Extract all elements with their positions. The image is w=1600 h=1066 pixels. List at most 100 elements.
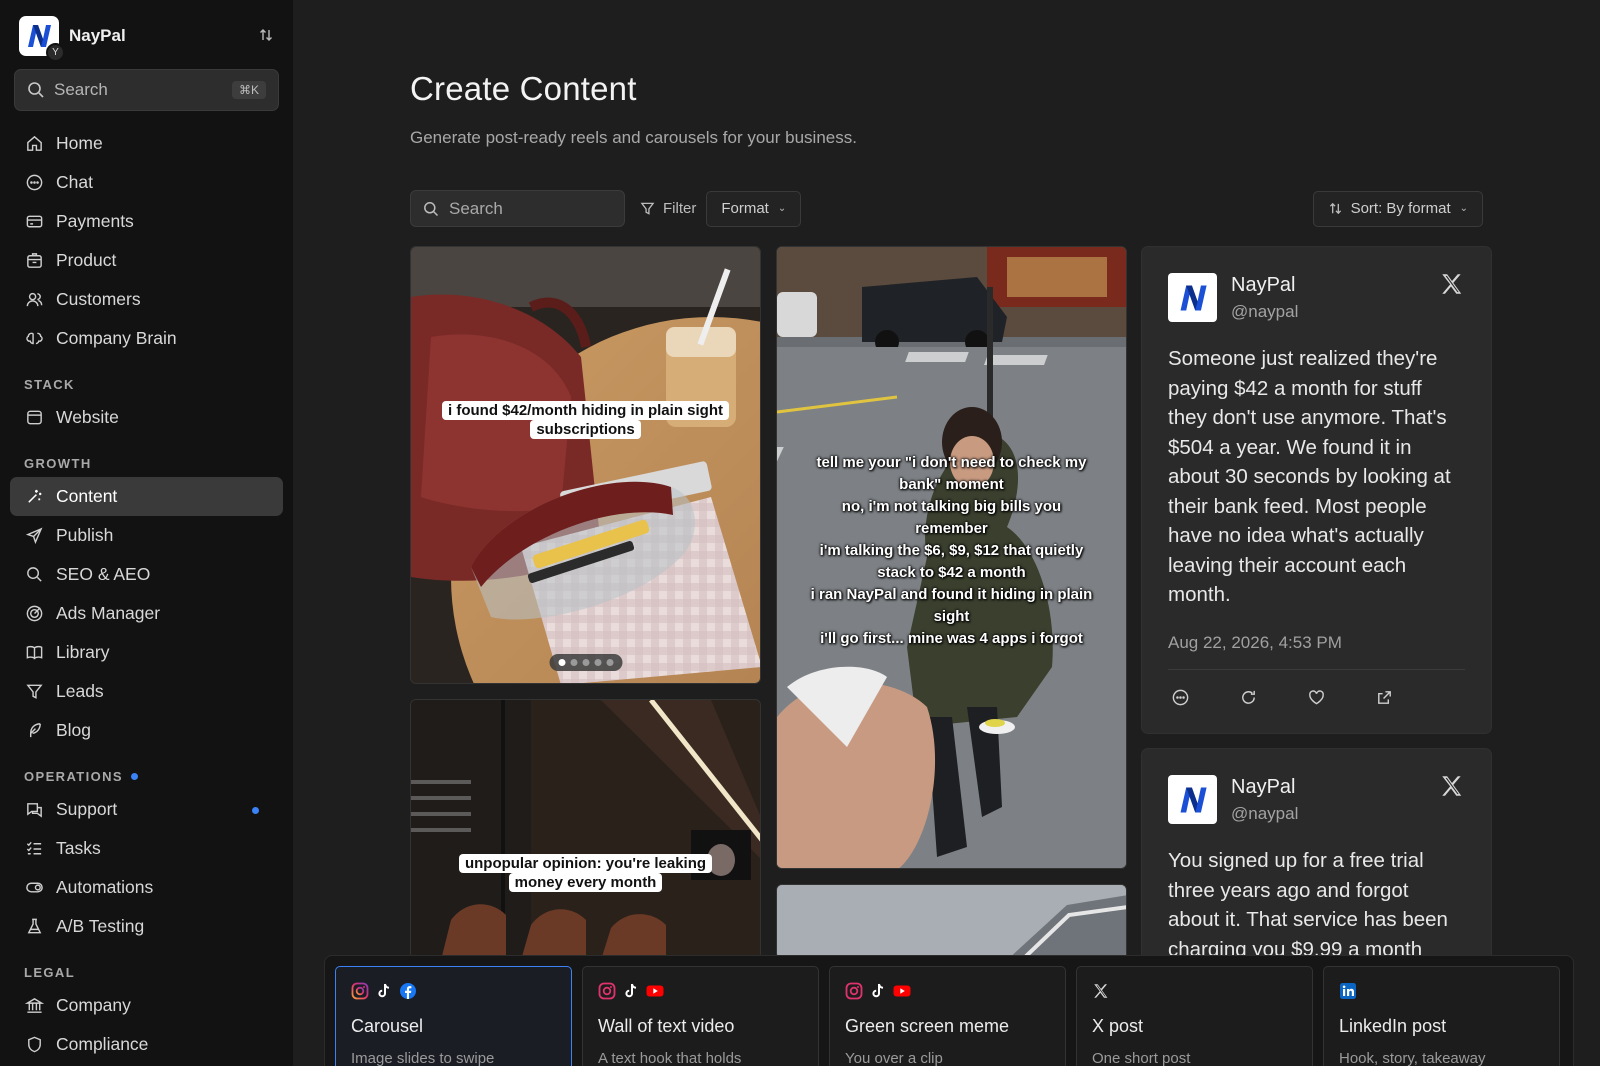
caption-overlay: i found $42/month hiding in plain sight … [411,401,760,439]
funnel-icon [640,202,655,215]
format-option-carousel[interactable]: Carousel Image slides to swipe [335,966,572,1066]
sidebar-item-label: Customers [56,289,141,309]
shield-icon [24,1035,44,1055]
content-card-sky[interactable] [776,884,1127,959]
sidebar-item-label: Company [56,995,131,1015]
page-dot[interactable] [582,659,589,666]
format-option-green-screen[interactable]: Green screen meme You over a clip [829,966,1066,1066]
repost-icon[interactable] [1239,688,1258,707]
sidebar-item-leads[interactable]: Leads [10,672,283,711]
carousel-pagination[interactable] [549,654,622,671]
format-label: Format [721,200,769,217]
list-icon [24,839,44,859]
format-title: Carousel [351,1016,424,1036]
page-dot[interactable] [606,659,613,666]
avatar [1168,775,1217,824]
funnel-icon [24,682,44,702]
sidebar-search[interactable]: Search ⌘K [14,69,279,111]
sort-label: Sort: By format [1350,200,1451,217]
format-option-wall-of-text[interactable]: Wall of text video A text hook that hold… [582,966,819,1066]
sort-arrows-icon [1329,202,1341,215]
post-header: NayPal @naypal [1168,775,1465,824]
page-dot[interactable] [594,659,601,666]
sidebar-item-payments[interactable]: Payments [10,202,283,241]
sidebar-item-support[interactable]: Support [10,790,283,829]
sidebar-item-seo[interactable]: SEO & AEO [10,555,283,594]
sidebar-item-compliance[interactable]: Compliance [10,1025,283,1064]
x-logo-icon [1442,776,1462,796]
post-author-name: NayPal [1231,776,1296,798]
sky-photo-image [777,885,1126,958]
sidebar-item-publish[interactable]: Publish [10,516,283,555]
youtube-icon [646,985,664,996]
caption-line: tell me your "i don't need to check my b… [816,454,1087,493]
content-search-placeholder: Search [449,198,503,218]
sidebar-item-library[interactable]: Library [10,633,283,672]
post-actions [1168,670,1465,726]
reply-icon[interactable] [1171,688,1190,707]
sidebar-item-label: Product [56,250,117,270]
page-title: Create Content [410,70,637,107]
sidebar-item-customers[interactable]: Customers [10,280,283,319]
sidebar-item-product[interactable]: Product [10,241,283,280]
format-title: X post [1092,1016,1144,1036]
sidebar-item-blog[interactable]: Blog [10,711,283,750]
platform-icons [598,981,803,1000]
avatar [1168,273,1217,322]
sidebar-item-tasks[interactable]: Tasks [10,829,283,868]
workspace-badge: Y [46,43,65,62]
share-icon[interactable] [1375,688,1394,707]
format-option-x-post[interactable]: X post One short post [1076,966,1313,1066]
content-card-office[interactable]: unpopular opinion: you're leaking money … [410,699,761,959]
post-author: NayPal @naypal [1231,273,1298,322]
page-subtitle: Generate post-ready reels and carousels … [410,128,857,147]
sidebar-item-label: Company Brain [56,328,177,348]
sidebar-item-content[interactable]: Content [10,477,283,516]
card-caption: i found $42/month hiding in plain sight … [442,401,729,439]
sidebar-item-ab-testing[interactable]: A/B Testing [10,907,283,946]
platform-icons [1092,981,1297,1000]
heart-icon[interactable] [1307,688,1326,707]
page-dot[interactable] [570,659,577,666]
sidebar-item-website[interactable]: Website [10,398,283,437]
content-search-input[interactable]: Search [410,190,625,227]
post-author-name: NayPal [1231,274,1296,296]
section-label-text: OPERATIONS [24,769,123,784]
chevron-down-icon: ⌄ [1459,203,1468,214]
sidebar-item-label: Content [56,486,118,506]
sort-arrows-icon[interactable] [255,27,277,46]
format-picker: Carousel Image slides to swipe Wall of t… [324,955,1574,1066]
sidebar-item-label: Chat [56,172,93,192]
sidebar-item-company-brain[interactable]: Company Brain [10,319,283,358]
sidebar-item-company[interactable]: Company [10,986,283,1025]
sidebar-item-home[interactable]: Home [10,124,283,163]
x-post-card[interactable]: NayPal @naypal Someone just realized the… [1141,246,1492,734]
desk-photo-image [411,247,760,683]
workspace-switcher[interactable]: Y NayPal [10,14,283,62]
section-label-stack: STACK [24,377,75,392]
post-author-handle: @naypal [1231,804,1299,823]
notification-dot [131,773,138,780]
caption-line: i ran NayPal and found it hiding in plai… [810,586,1093,625]
sidebar-item-label: Home [56,133,103,153]
youtube-icon [893,985,911,996]
filter-button[interactable]: Filter [640,200,696,217]
search-icon [24,565,44,585]
sidebar-item-chat[interactable]: Chat [10,163,283,202]
format-description: You over a clip [845,1050,943,1066]
linkedin-icon [1340,982,1356,999]
post-header: NayPal @naypal [1168,273,1465,322]
content-card-wall-of-text[interactable]: tell me your "i don't need to check my b… [776,246,1127,869]
sidebar-item-ads-manager[interactable]: Ads Manager [10,594,283,633]
sidebar-search-placeholder: Search [54,80,108,99]
format-title: Wall of text video [598,1016,735,1036]
page-dot[interactable] [558,659,565,666]
sidebar-item-automations[interactable]: Automations [10,868,283,907]
format-dropdown[interactable]: Format ⌄ [706,190,802,227]
naypal-logo-icon [1180,285,1207,310]
content-card-carousel[interactable]: i found $42/month hiding in plain sight … [410,246,761,684]
sort-dropdown[interactable]: Sort: By format ⌄ [1312,190,1483,227]
sidebar-item-label: Publish [56,525,114,545]
format-option-linkedin[interactable]: LinkedIn post Hook, story, takeaway [1323,966,1560,1066]
sidebar-item-label: Tasks [56,838,101,858]
